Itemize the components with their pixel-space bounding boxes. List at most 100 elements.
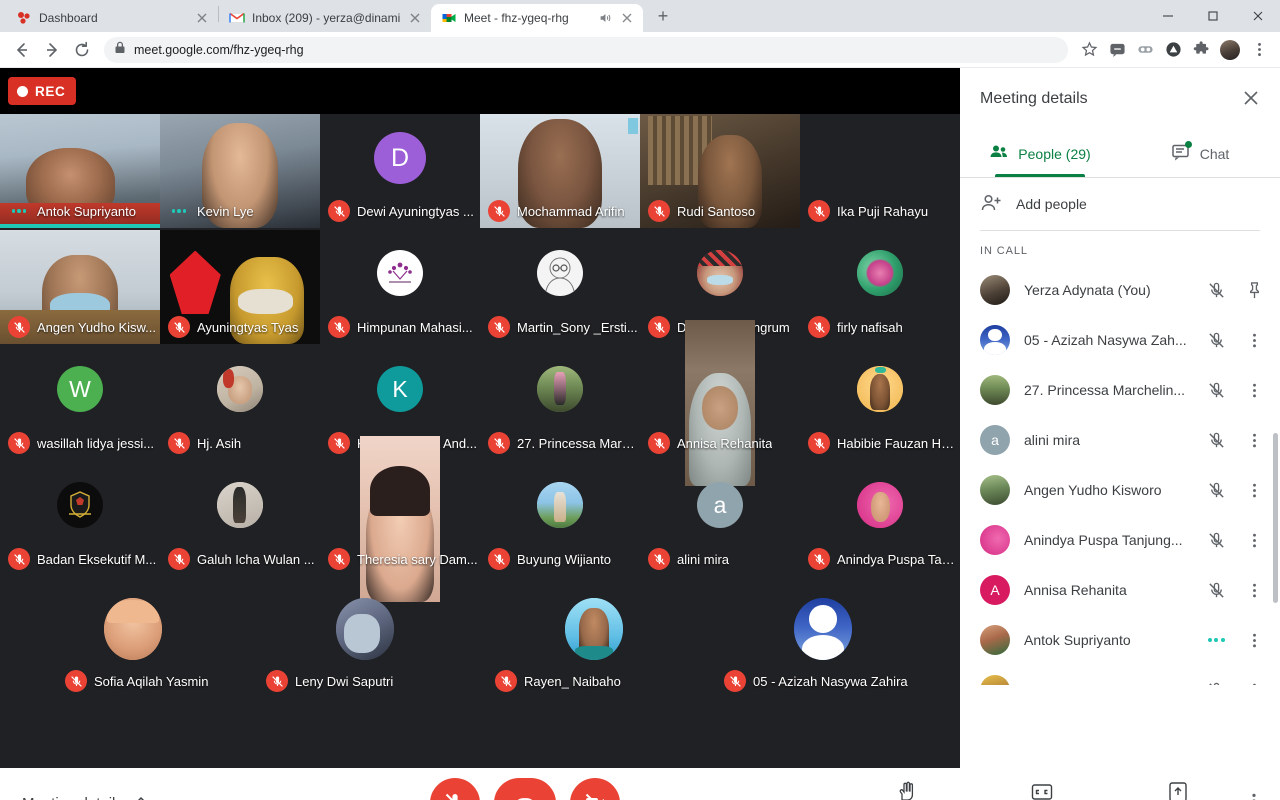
mic-off-icon[interactable]	[1204, 528, 1228, 552]
participant-row[interactable]: Angen Yudho Kisworo	[960, 465, 1280, 515]
in-call-section-label: IN CALL	[980, 245, 1028, 257]
participant-row[interactable]: Anindya Puspa Tanjung...	[960, 515, 1280, 565]
participant-tile[interactable]: Hj. Asih	[160, 346, 320, 460]
comment-extension-icon[interactable]	[1104, 37, 1130, 63]
participant-name: Martin_Sony _Ersti...	[517, 319, 638, 335]
mic-off-icon[interactable]	[1204, 328, 1228, 352]
participant-tile[interactable]: Rayen_ Naibaho	[487, 578, 705, 692]
back-icon[interactable]	[8, 36, 36, 64]
participant-tile[interactable]: Kevin Lye	[160, 114, 320, 228]
mic-off-icon[interactable]	[1204, 278, 1228, 302]
more-vert-icon[interactable]	[1242, 678, 1266, 685]
avatar: A	[980, 575, 1010, 605]
goggles-extension-icon[interactable]	[1132, 37, 1158, 63]
minimize-button[interactable]	[1145, 0, 1190, 32]
chevron-up-icon[interactable]	[133, 793, 149, 800]
participant-tile[interactable]: Theresia sary Dam...	[320, 436, 480, 602]
more-vert-icon[interactable]	[1242, 478, 1266, 502]
participant-tile[interactable]: Habibie Fauzan He...	[800, 346, 960, 460]
call-controls	[430, 778, 620, 800]
browser-tab-dashboard[interactable]: Dashboard	[6, 4, 218, 32]
mic-off-icon[interactable]	[1204, 378, 1228, 402]
more-vert-icon[interactable]	[1242, 328, 1266, 352]
address-bar[interactable]: meet.google.com/fhz-ygeq-rhg	[104, 36, 1068, 63]
tab-chat[interactable]: Chat	[1120, 130, 1280, 177]
participant-tile[interactable]: Martin_Sony _Ersti...	[480, 230, 640, 344]
captions-button[interactable]: Turn on captions	[996, 780, 1088, 800]
participant-tile[interactable]: a alini mira	[640, 462, 800, 576]
more-vert-icon[interactable]	[1242, 428, 1266, 452]
mic-off-icon[interactable]	[1204, 578, 1228, 602]
hangup-button[interactable]	[494, 778, 556, 800]
panel-scrollbar[interactable]	[1273, 433, 1278, 603]
participant-tile[interactable]: Mochammad Arifin	[480, 114, 640, 228]
circle-extension-icon[interactable]	[1160, 37, 1186, 63]
tab-people[interactable]: People (29)	[960, 130, 1120, 177]
mic-off-icon[interactable]	[1204, 428, 1228, 452]
new-tab-button[interactable]: +	[649, 2, 677, 30]
close-icon[interactable]	[194, 10, 210, 26]
participant-row[interactable]: Antok Supriyanto	[960, 615, 1280, 665]
meeting-details-toggle[interactable]: Meeting details	[0, 793, 430, 800]
participant-tile[interactable]: Ika Puji Rahayu	[800, 114, 960, 228]
participant-tile[interactable]: Sofia Aqilah Yasmin	[57, 578, 275, 692]
more-vert-icon[interactable]	[1242, 628, 1266, 652]
more-vert-icon[interactable]	[1244, 791, 1264, 800]
forward-icon[interactable]	[38, 36, 66, 64]
more-vert-icon[interactable]	[1242, 378, 1266, 402]
profile-avatar[interactable]	[1220, 39, 1240, 60]
participant-tile[interactable]: Buyung Wijianto	[480, 462, 640, 576]
participant-name: Annisa Rehanita	[1024, 582, 1127, 598]
participant-row[interactable]: a alini mira	[960, 415, 1280, 465]
participant-tile[interactable]: Ayuningtyas Tyas	[160, 230, 320, 344]
pin-icon[interactable]	[1242, 278, 1266, 302]
participant-row[interactable]: A Annisa Rehanita	[960, 565, 1280, 615]
close-window-button[interactable]	[1235, 0, 1280, 32]
participant-tile[interactable]: Himpunan Mahasi...	[320, 230, 480, 344]
participant-tile[interactable]: firly nafisah	[800, 230, 960, 344]
maximize-button[interactable]	[1190, 0, 1235, 32]
participant-name-row: Buyung Wijianto	[488, 548, 611, 570]
close-icon[interactable]	[1240, 87, 1264, 111]
participant-tile[interactable]: Leny Dwi Saputri	[258, 578, 476, 692]
raise-hand-button[interactable]: Raise hand	[860, 780, 952, 800]
more-vert-icon[interactable]	[1242, 528, 1266, 552]
participant-tile[interactable]: Anindya Puspa Tan...	[800, 462, 960, 576]
participant-tile[interactable]: W wasillah lidya jessi...	[0, 346, 160, 460]
participant-row[interactable]: Yerza Adynata (You)	[960, 265, 1280, 315]
participant-row[interactable]: 27. Princessa Marchelin...	[960, 365, 1280, 415]
reload-icon[interactable]	[68, 36, 96, 64]
mic-off-icon[interactable]	[1204, 478, 1228, 502]
participant-tile[interactable]: Rudi Santoso	[640, 114, 800, 228]
mic-off-button[interactable]	[430, 778, 480, 800]
tab-title: Dashboard	[39, 11, 98, 25]
participant-tile[interactable]: Annisa Rehanita	[640, 320, 800, 486]
chrome-menu-icon[interactable]	[1246, 37, 1272, 63]
browser-tab-inbox[interactable]: Inbox (209) - yerza@dinamika.ac	[219, 4, 431, 32]
browser-tab-meet[interactable]: Meet - fhz-ygeq-rhg	[431, 4, 643, 32]
participant-row[interactable]: 05 - Azizah Nasywa Zah...	[960, 315, 1280, 365]
participant-tile[interactable]: Badan Eksekutif M...	[0, 462, 160, 576]
participant-row[interactable]: Ayuningtyas Tyas	[960, 665, 1280, 685]
toolbar-icons	[1076, 37, 1272, 63]
participant-tile[interactable]: Angen Yudho Kisw...	[0, 230, 160, 344]
close-icon[interactable]	[619, 10, 635, 26]
participant-tile[interactable]: Antok Supriyanto	[0, 114, 160, 228]
participant-list[interactable]: Yerza Adynata (You) 05 - Azizah Nasywa Z…	[960, 265, 1280, 685]
camera-off-button[interactable]	[570, 778, 620, 800]
present-now-button[interactable]: Present now	[1132, 780, 1224, 800]
tab-audio-icon[interactable]	[598, 11, 612, 25]
participant-tile[interactable]: 05 - Azizah Nasywa Zahira	[716, 578, 956, 692]
avatar-initial: a	[713, 491, 727, 518]
puzzle-extension-icon[interactable]	[1188, 37, 1214, 63]
more-vert-icon[interactable]	[1242, 578, 1266, 602]
mic-off-icon[interactable]	[1204, 678, 1228, 685]
close-icon[interactable]	[407, 10, 423, 26]
participant-name-row: Galuh Icha Wulan ...	[168, 548, 315, 570]
participant-tile[interactable]: Galuh Icha Wulan ...	[160, 462, 320, 576]
participant-tile[interactable]: 27. Princessa Marc...	[480, 346, 640, 460]
avatar	[217, 366, 263, 412]
add-people-button[interactable]: Add people	[960, 178, 1280, 230]
participant-tile[interactable]: D Dewi Ayuningtyas ...	[320, 114, 480, 228]
star-icon[interactable]	[1076, 37, 1102, 63]
